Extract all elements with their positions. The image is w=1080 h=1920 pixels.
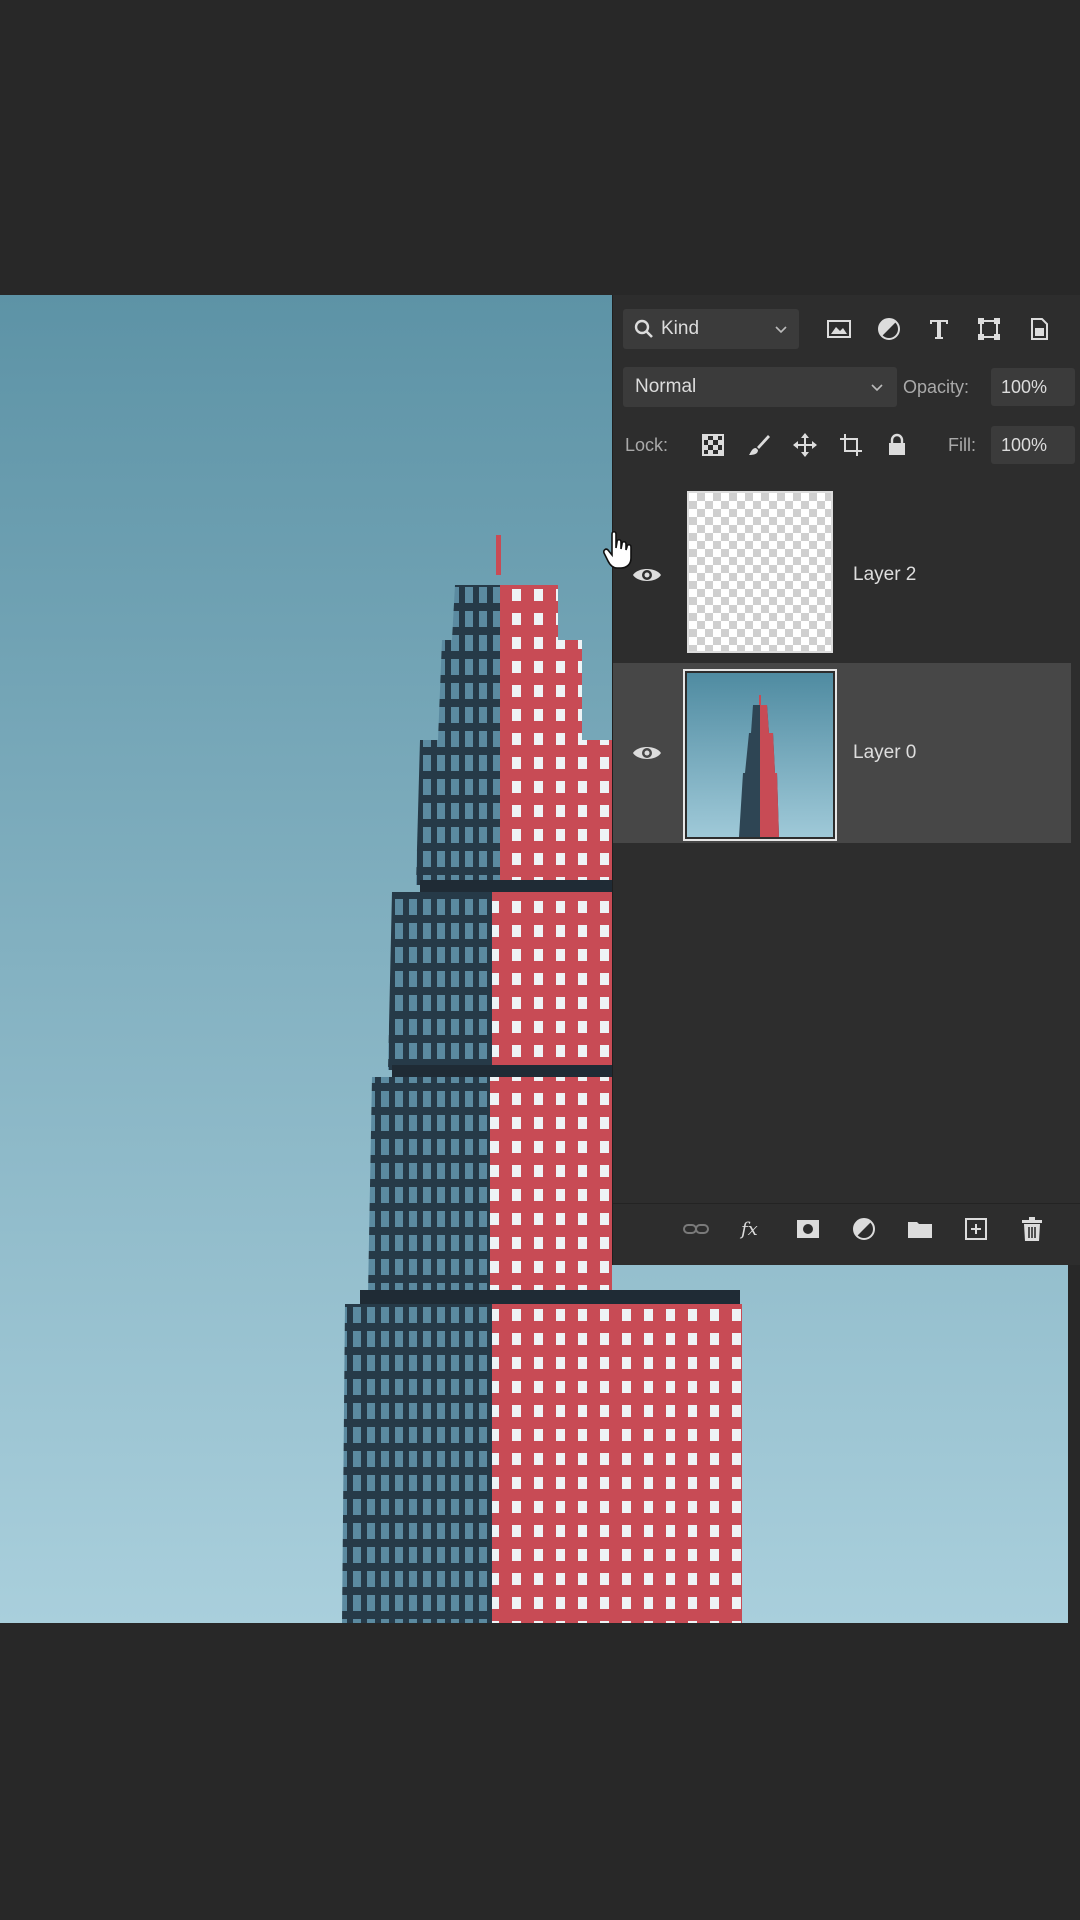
opacity-value: 100% bbox=[1001, 376, 1048, 397]
chevron-down-icon bbox=[775, 326, 787, 334]
link-layers-icon[interactable] bbox=[677, 1210, 715, 1248]
chevron-down-icon bbox=[871, 384, 883, 392]
layer-name: Layer 0 bbox=[853, 742, 917, 763]
search-icon bbox=[634, 319, 653, 338]
fx-icon[interactable]: fx bbox=[733, 1210, 771, 1248]
type-filter-icon[interactable] bbox=[921, 311, 957, 347]
adjustment-layer-icon[interactable] bbox=[845, 1210, 883, 1248]
fill-value: 100% bbox=[1001, 434, 1048, 455]
blend-mode-value: Normal bbox=[635, 376, 697, 397]
layers-panel: Kind Normal Opacity: 100% Lock: Fill: 10… bbox=[612, 295, 1080, 1265]
lock-row: Lock: Fill: 100% bbox=[613, 425, 1080, 469]
image-filter-icon[interactable] bbox=[821, 311, 857, 347]
shape-filter-icon[interactable] bbox=[971, 311, 1007, 347]
trash-icon[interactable] bbox=[1013, 1210, 1051, 1248]
lock-transparent-pixels-icon[interactable] bbox=[695, 427, 731, 463]
svg-text:fx: fx bbox=[739, 1219, 758, 1240]
kind-filter-label: Kind bbox=[661, 318, 700, 339]
fill-field[interactable]: 100% bbox=[991, 426, 1075, 464]
visibility-eye-icon[interactable] bbox=[631, 737, 663, 769]
layer-row-layer-2[interactable]: Layer 2 bbox=[613, 485, 1071, 665]
new-layer-icon[interactable] bbox=[957, 1210, 995, 1248]
lock-label: Lock: bbox=[625, 435, 669, 455]
blend-mode-select[interactable]: Normal bbox=[623, 367, 897, 407]
building-thumbnail-image bbox=[687, 673, 833, 837]
layer-thumbnail-building bbox=[683, 669, 837, 841]
hand-cursor-icon bbox=[603, 530, 632, 569]
opacity-label: Opacity: bbox=[903, 377, 970, 397]
lock-all-icon[interactable] bbox=[879, 427, 915, 463]
lock-position-icon[interactable] bbox=[787, 427, 823, 463]
kind-filter-select[interactable]: Kind bbox=[623, 309, 799, 349]
layer-row-layer-0[interactable]: Layer 0 bbox=[613, 663, 1071, 843]
layers-panel-footer: fx bbox=[613, 1203, 1080, 1254]
group-folder-icon[interactable] bbox=[901, 1210, 939, 1248]
smart-object-filter-icon[interactable] bbox=[1021, 311, 1057, 347]
layer-thumbnail-transparent bbox=[687, 491, 833, 653]
lock-image-pixels-icon[interactable] bbox=[741, 427, 777, 463]
filter-row: Kind bbox=[613, 309, 1080, 353]
blend-row: Normal Opacity: 100% bbox=[613, 367, 1080, 411]
opacity-field[interactable]: 100% bbox=[991, 368, 1075, 406]
fill-label: Fill: bbox=[948, 435, 976, 455]
layer-name: Layer 2 bbox=[853, 564, 917, 585]
adjustment-filter-icon[interactable] bbox=[871, 311, 907, 347]
lock-artboard-icon[interactable] bbox=[833, 427, 869, 463]
layer-mask-icon[interactable] bbox=[789, 1210, 827, 1248]
